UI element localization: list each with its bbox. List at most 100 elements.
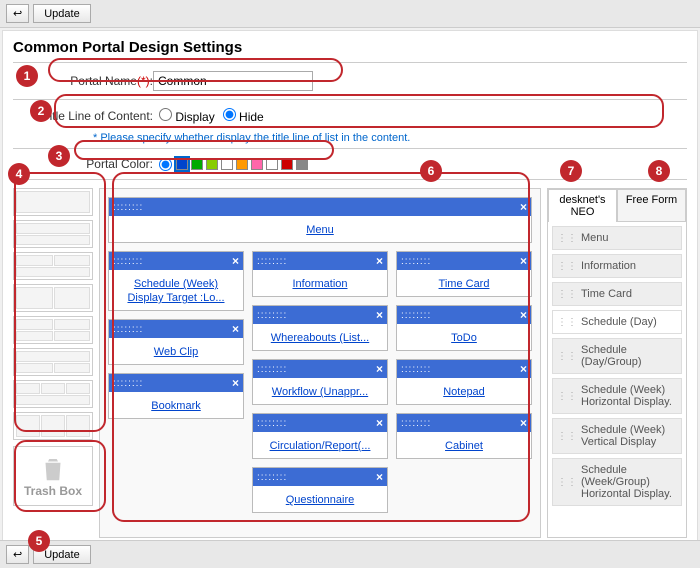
color-swatch[interactable]	[221, 158, 233, 170]
drag-handle-icon[interactable]: ::::::::	[257, 472, 287, 483]
portal-name-input[interactable]	[153, 71, 313, 91]
layout-option[interactable]	[13, 316, 93, 344]
trash-box[interactable]: Trash Box	[13, 446, 93, 506]
widget-link[interactable]: Circulation/Report(...	[270, 440, 371, 452]
grip-icon: ⋮⋮	[557, 261, 577, 272]
grip-icon: ⋮⋮	[557, 317, 577, 328]
back-button[interactable]: ↩	[6, 4, 29, 23]
close-icon[interactable]: ×	[376, 254, 383, 268]
palette-item[interactable]: ⋮⋮Schedule (Week) Vertical Display	[552, 418, 682, 454]
color-swatch[interactable]	[281, 158, 293, 170]
palette-item[interactable]: ⋮⋮Information	[552, 254, 682, 278]
widget[interactable]: ::::::::×Workflow (Unappr...	[252, 359, 388, 405]
drag-handle-icon[interactable]: ::::::::	[257, 256, 287, 267]
close-icon[interactable]: ×	[376, 362, 383, 376]
divider	[13, 179, 687, 180]
drag-handle-icon[interactable]: ::::::::	[257, 418, 287, 429]
layout-option[interactable]	[13, 220, 93, 248]
layout-option[interactable]	[13, 412, 93, 440]
close-icon[interactable]: ×	[376, 470, 383, 484]
drag-handle-icon[interactable]: ::::::::	[113, 324, 143, 335]
layout-option[interactable]	[13, 380, 93, 408]
tab-free-form[interactable]: Free Form	[617, 189, 686, 222]
palette-item[interactable]: ⋮⋮Time Card	[552, 282, 682, 306]
layout-thumbnails	[13, 188, 93, 440]
widget-link[interactable]: Questionnaire	[286, 494, 355, 506]
drag-handle-icon[interactable]: ::::::::	[401, 256, 431, 267]
close-icon[interactable]: ×	[232, 254, 239, 268]
layout-option[interactable]	[13, 188, 93, 216]
widget-link[interactable]: Display Target :Lo...	[127, 292, 224, 304]
color-swatch[interactable]	[176, 158, 188, 170]
palette-item[interactable]: ⋮⋮Schedule (Week/Group) Horizontal Displ…	[552, 458, 682, 506]
widget-link[interactable]: Cabinet	[445, 440, 483, 452]
widget[interactable]: ::::::::×Whereabouts (List...	[252, 305, 388, 351]
drag-handle-icon[interactable]: ::::::::	[113, 202, 143, 213]
back-button-bottom[interactable]: ↩	[6, 545, 29, 564]
annotation-badge: 5	[28, 530, 50, 552]
widget-link[interactable]: Information	[292, 278, 347, 290]
widget[interactable]: ::::::::×Schedule (Week)Display Target :…	[108, 251, 244, 311]
annotation-badge: 8	[648, 160, 670, 182]
widget[interactable]: ::::::::×Cabinet	[396, 413, 532, 459]
color-swatch[interactable]	[236, 158, 248, 170]
widget[interactable]: ::::::::×Circulation/Report(...	[252, 413, 388, 459]
widget[interactable]: ::::::::×Information	[252, 251, 388, 297]
layout-option[interactable]	[13, 252, 93, 280]
palette-item[interactable]: ⋮⋮Menu	[552, 226, 682, 250]
portal-color-radio[interactable]	[159, 158, 172, 171]
close-icon[interactable]: ×	[520, 308, 527, 322]
widget[interactable]: ::::::::×Notepad	[396, 359, 532, 405]
widget-link[interactable]: Whereabouts (List...	[271, 332, 369, 344]
divider	[13, 62, 687, 63]
design-canvas[interactable]: ::::::::× Menu ::::::::×Schedule (Week)D…	[99, 188, 541, 538]
widget-link[interactable]: ToDo	[451, 332, 477, 344]
widget-link[interactable]: Web Clip	[154, 346, 198, 358]
color-swatch[interactable]	[206, 158, 218, 170]
tab-desknets-neo[interactable]: desknet's NEO	[548, 189, 617, 222]
widget[interactable]: ::::::::×Questionnaire	[252, 467, 388, 513]
color-swatch[interactable]	[191, 158, 203, 170]
palette-item[interactable]: ⋮⋮Schedule (Week) Horizontal Display.	[552, 378, 682, 414]
update-button-top[interactable]: Update	[33, 4, 90, 23]
widget[interactable]: ::::::::×Time Card	[396, 251, 532, 297]
color-swatch[interactable]	[296, 158, 308, 170]
annotation-badge: 7	[560, 160, 582, 182]
drag-handle-icon[interactable]: ::::::::	[257, 364, 287, 375]
close-icon[interactable]: ×	[520, 362, 527, 376]
titleline-display[interactable]: Display	[159, 108, 215, 124]
widget[interactable]: ::::::::×Web Clip	[108, 319, 244, 365]
widget[interactable]: ::::::::×ToDo	[396, 305, 532, 351]
layout-option[interactable]	[13, 284, 93, 312]
titleline-hide[interactable]: Hide	[223, 108, 264, 124]
widget-link[interactable]: Schedule (Week)	[134, 278, 218, 290]
color-swatch[interactable]	[266, 158, 278, 170]
close-icon[interactable]: ×	[376, 416, 383, 430]
widget-link[interactable]: Bookmark	[151, 400, 201, 412]
drag-handle-icon[interactable]: ::::::::	[257, 310, 287, 321]
drag-handle-icon[interactable]: ::::::::	[113, 256, 143, 267]
widget-link[interactable]: Time Card	[439, 278, 490, 290]
widget-link[interactable]: Menu	[306, 224, 334, 236]
drag-handle-icon[interactable]: ::::::::	[401, 310, 431, 321]
drag-handle-icon[interactable]: ::::::::	[113, 378, 143, 389]
grip-icon: ⋮⋮	[557, 289, 577, 300]
close-icon[interactable]: ×	[376, 308, 383, 322]
close-icon[interactable]: ×	[232, 376, 239, 390]
widget-menu[interactable]: ::::::::× Menu	[108, 197, 532, 243]
drag-handle-icon[interactable]: ::::::::	[401, 364, 431, 375]
color-swatch[interactable]	[251, 158, 263, 170]
close-icon[interactable]: ×	[232, 322, 239, 336]
layout-option[interactable]	[13, 348, 93, 376]
widget-link[interactable]: Workflow (Unappr...	[272, 386, 368, 398]
palette-item[interactable]: ⋮⋮Schedule (Day/Group)	[552, 338, 682, 374]
close-icon[interactable]: ×	[520, 416, 527, 430]
drag-handle-icon[interactable]: ::::::::	[401, 418, 431, 429]
close-icon[interactable]: ×	[520, 200, 527, 214]
widget[interactable]: ::::::::×Bookmark	[108, 373, 244, 419]
close-icon[interactable]: ×	[520, 254, 527, 268]
page-title: Common Portal Design Settings	[13, 39, 687, 56]
annotation-badge: 4	[8, 163, 30, 185]
widget-link[interactable]: Notepad	[443, 386, 485, 398]
palette-item[interactable]: ⋮⋮Schedule (Day)	[552, 310, 682, 334]
